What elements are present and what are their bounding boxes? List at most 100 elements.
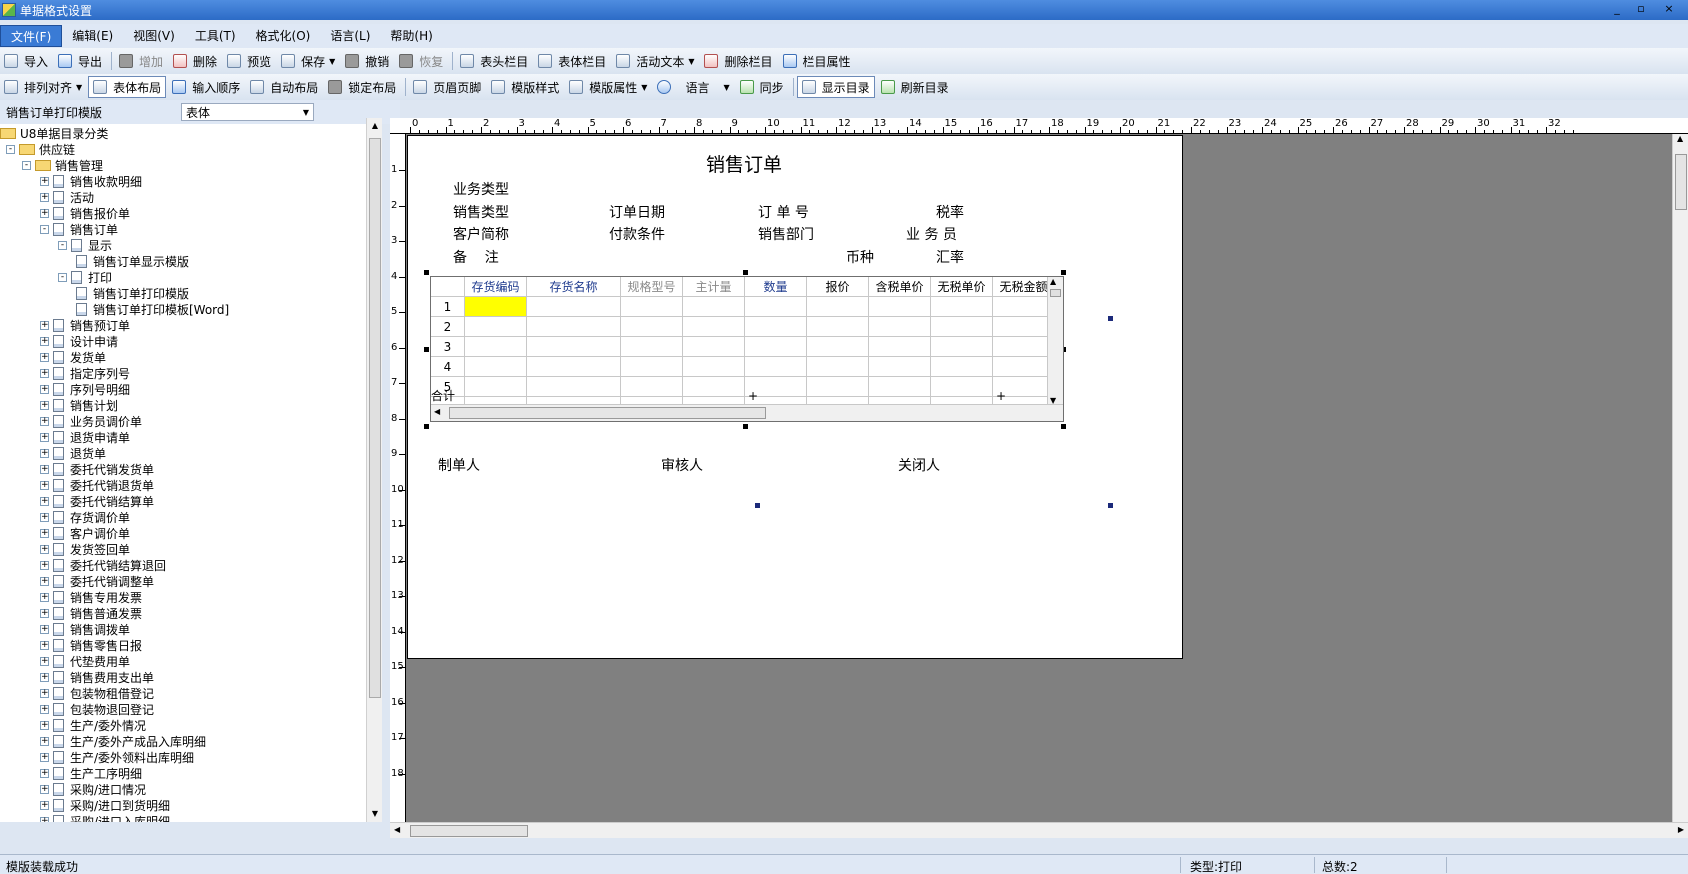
- grid-cell[interactable]: [869, 337, 931, 357]
- tree-node[interactable]: + 委托代销退货单: [40, 478, 154, 493]
- field-order-number[interactable]: 订 单 号: [758, 202, 809, 222]
- canvas-hscroll-thumb[interactable]: [410, 825, 528, 837]
- scroll-right-arrow-icon[interactable]: ▶: [1678, 825, 1684, 834]
- tree-node[interactable]: + 序列号明细: [40, 382, 130, 397]
- tree-node[interactable]: - 显示: [58, 238, 112, 253]
- tree-node[interactable]: + 指定序列号: [40, 366, 130, 381]
- grid-cell[interactable]: [931, 337, 993, 357]
- field-tax-rate[interactable]: 税率: [936, 202, 964, 222]
- field-exchange-rate[interactable]: 汇率: [936, 247, 964, 267]
- expand-icon[interactable]: +: [40, 673, 49, 682]
- scroll-down-arrow-icon[interactable]: ▼: [367, 806, 383, 822]
- grid-cell[interactable]: [993, 337, 1055, 357]
- field-sales-type[interactable]: 销售类型: [453, 202, 509, 222]
- footer-auditor[interactable]: 审核人: [661, 455, 703, 475]
- expand-icon[interactable]: +: [40, 385, 49, 394]
- grid-cell[interactable]: [993, 357, 1055, 377]
- tree-node[interactable]: + 委托代销结算单: [40, 494, 154, 509]
- grid-cell[interactable]: [683, 297, 745, 317]
- grid-cell[interactable]: [621, 357, 683, 377]
- grid-cell[interactable]: [869, 357, 931, 377]
- tree-node[interactable]: + 存货调价单: [40, 510, 130, 525]
- expand-icon[interactable]: +: [40, 193, 49, 202]
- tree-node[interactable]: + 发货单: [40, 350, 106, 365]
- header-footer-button[interactable]: 页眉页脚: [409, 76, 485, 98]
- tree-node[interactable]: + 销售预订单: [40, 318, 130, 333]
- grid-cell[interactable]: [807, 337, 869, 357]
- page-resize-handle[interactable]: [1108, 316, 1113, 321]
- column-properties-button[interactable]: 栏目属性: [779, 50, 855, 72]
- canvas-vscroll-thumb[interactable]: [1675, 154, 1687, 210]
- field-customer[interactable]: 客户简称: [453, 224, 509, 244]
- expand-icon[interactable]: +: [40, 529, 49, 538]
- grid-cell[interactable]: [683, 357, 745, 377]
- tree-node[interactable]: + 采购/进口到货明细: [40, 798, 170, 813]
- expand-icon[interactable]: +: [40, 321, 49, 330]
- show-directory-button[interactable]: 显示目录: [796, 76, 875, 98]
- resize-handle[interactable]: [1061, 270, 1066, 275]
- resize-handle[interactable]: [424, 347, 429, 352]
- canvas-vertical-scrollbar[interactable]: ▲: [1672, 134, 1688, 822]
- template-style-button[interactable]: 模版样式: [487, 76, 563, 98]
- expand-icon[interactable]: +: [40, 209, 49, 218]
- active-text-button[interactable]: 活动文本 ▼: [612, 50, 698, 72]
- menu-help[interactable]: 帮助(H): [380, 25, 442, 47]
- grid-cell[interactable]: [683, 317, 745, 337]
- tree-scroll-thumb[interactable]: [369, 138, 381, 698]
- refresh-directory-button[interactable]: 刷新目录: [877, 76, 953, 98]
- expand-icon[interactable]: +: [40, 705, 49, 714]
- delete-column-button[interactable]: 删除栏目: [700, 50, 776, 72]
- collapse-icon[interactable]: -: [6, 145, 15, 154]
- tree-node[interactable]: - 销售管理: [22, 158, 103, 173]
- grid-cell[interactable]: [527, 317, 621, 337]
- col-tax-inclusive-price[interactable]: 含税单价: [869, 277, 931, 297]
- template-properties-button[interactable]: 模版属性 ▼: [565, 76, 651, 98]
- expand-icon[interactable]: +: [40, 545, 49, 554]
- page-resize-handle[interactable]: [1108, 503, 1113, 508]
- tree-node[interactable]: + 销售计划: [40, 398, 118, 413]
- maximize-button[interactable]: ▫: [1630, 0, 1652, 20]
- menu-language[interactable]: 语言(L): [320, 25, 380, 47]
- tree-node[interactable]: + 委托代销发货单: [40, 462, 154, 477]
- tree-node[interactable]: - 打印: [58, 270, 112, 285]
- body-grid[interactable]: 存货编码 存货名称 规格型号 主计量 数量 报价 含税单价 无税单价 无税金额 …: [430, 276, 1064, 422]
- sync-button[interactable]: 同步: [736, 76, 788, 98]
- chevron-down-icon[interactable]: ▼: [641, 83, 647, 92]
- chevron-down-icon[interactable]: ▼: [723, 83, 729, 92]
- grid-cell[interactable]: [621, 297, 683, 317]
- delete-button[interactable]: 删除: [169, 50, 221, 72]
- tree-node[interactable]: + 委托代销结算退回: [40, 558, 166, 573]
- grid-cell[interactable]: [745, 357, 807, 377]
- tree-node[interactable]: - 销售订单: [40, 222, 118, 237]
- grid-vscroll-thumb[interactable]: [1050, 289, 1061, 297]
- preview-button[interactable]: 预览: [223, 50, 275, 72]
- tree-node[interactable]: + 设计申请: [40, 334, 118, 349]
- expand-icon[interactable]: +: [40, 337, 49, 346]
- menu-tools[interactable]: 工具(T): [185, 25, 246, 47]
- align-button[interactable]: 排列对齐 ▼: [0, 76, 86, 98]
- tree-node[interactable]: + 销售收款明细: [40, 174, 142, 189]
- import-button[interactable]: 导入: [0, 50, 52, 72]
- grid-cell[interactable]: [621, 337, 683, 357]
- field-payment-terms[interactable]: 付款条件: [609, 224, 665, 244]
- col-spec-model[interactable]: 规格型号: [621, 277, 683, 297]
- tree-node[interactable]: + 销售普通发票: [40, 606, 142, 621]
- grid-horizontal-scrollbar[interactable]: ◀ ▶: [431, 404, 1063, 421]
- tree-node[interactable]: U8单据目录分类: [0, 126, 108, 141]
- add-button[interactable]: 增加: [115, 50, 167, 72]
- expand-icon[interactable]: +: [40, 433, 49, 442]
- expand-icon[interactable]: +: [40, 417, 49, 426]
- redo-button[interactable]: 恢复: [395, 50, 447, 72]
- section-select[interactable]: 表体 ▼: [181, 103, 314, 121]
- grid-cell[interactable]: [745, 337, 807, 357]
- close-button[interactable]: ×: [1658, 0, 1680, 20]
- scroll-up-arrow-icon[interactable]: ▲: [1050, 277, 1056, 286]
- resize-handle[interactable]: [743, 424, 748, 429]
- tree-node[interactable]: + 生产/委外领料出库明细: [40, 750, 194, 765]
- grid-cell[interactable]: [993, 317, 1055, 337]
- save-button[interactable]: 保存 ▼: [277, 50, 339, 72]
- expand-icon[interactable]: +: [40, 353, 49, 362]
- tree-node[interactable]: 销售订单打印模版: [76, 286, 189, 301]
- export-button[interactable]: 导出: [54, 50, 106, 72]
- menu-edit[interactable]: 编辑(E): [62, 25, 123, 47]
